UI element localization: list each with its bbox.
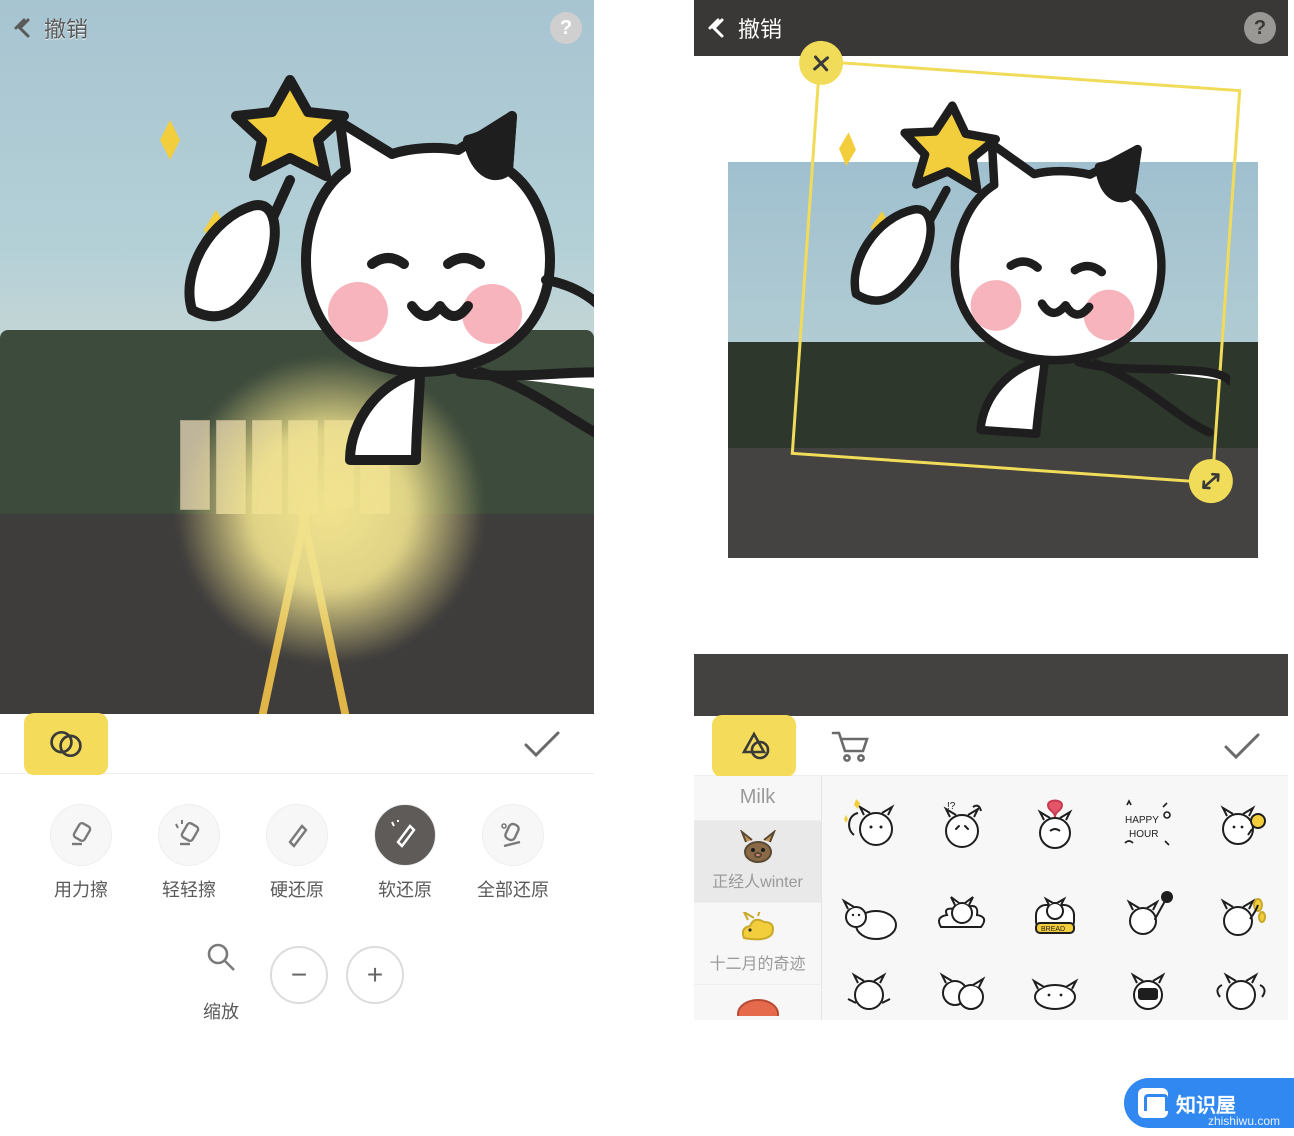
undo-label: 撤销 <box>44 12 88 44</box>
sticker-item[interactable] <box>917 872 1006 956</box>
sticker-item[interactable] <box>1010 960 1099 1020</box>
tool-label: 用力擦 <box>54 876 108 902</box>
top-bar: 撤销 ? <box>694 0 1288 56</box>
sticker-item[interactable] <box>917 960 1006 1020</box>
tool-label: 轻轻擦 <box>162 876 216 902</box>
svg-text:HOUR: HOUR <box>1129 829 1158 840</box>
eraser-mode-button[interactable] <box>24 713 108 775</box>
sticker-item[interactable] <box>824 784 913 868</box>
confirm-button[interactable] <box>1214 718 1270 774</box>
sticker-pack-milk[interactable]: Milk <box>694 776 821 820</box>
watermark-url: zhishiwu.com <box>1208 1114 1280 1128</box>
undo-button[interactable]: 撤销 <box>706 12 782 44</box>
pack-label: 正经人winter <box>712 868 803 892</box>
tool-soft-erase[interactable]: 轻轻擦 <box>151 804 227 902</box>
tool-soft-restore[interactable]: 软还原 <box>367 804 443 902</box>
editor-canvas[interactable] <box>0 0 594 714</box>
zoom-out-button[interactable]: − <box>270 946 328 1004</box>
sticker-item[interactable]: !? <box>917 784 1006 868</box>
pack-thumb-icon <box>736 989 780 1020</box>
editor-canvas-wrap <box>694 56 1288 656</box>
svg-text:!?: !? <box>947 801 956 812</box>
sticker-item[interactable] <box>1010 784 1099 868</box>
sticker-selection-box[interactable] <box>791 60 1242 485</box>
pack-label: 十二月的奇迹 <box>709 950 805 974</box>
tool-label: 全部还原 <box>477 876 549 902</box>
mode-bar <box>0 714 594 774</box>
sticker-item[interactable]: HAPPY HOUR <box>1104 784 1193 868</box>
tool-label: 硬还原 <box>270 876 324 902</box>
tool-hard-erase[interactable]: 用力擦 <box>43 804 119 902</box>
pack-thumb-icon <box>736 912 780 946</box>
undo-label: 撤销 <box>738 12 782 44</box>
sticker-grid[interactable]: !? HAPPY HOUR BREAD <box>822 776 1288 1020</box>
sticker-pack-december[interactable]: 十二月的奇迹 <box>694 902 821 984</box>
undo-icon <box>12 18 38 38</box>
zoom-in-button[interactable]: + <box>346 946 404 1004</box>
help-button[interactable]: ? <box>1244 12 1276 44</box>
tool-hard-restore[interactable]: 硬还原 <box>259 804 335 902</box>
zoom-tool[interactable] <box>190 926 252 988</box>
help-button[interactable]: ? <box>550 12 582 44</box>
sticker-item[interactable] <box>1104 960 1193 1020</box>
zoom-label: 缩放 <box>203 998 239 1024</box>
sticker-panel: Milk 正经人winter 十二月的奇迹 <box>694 776 1288 1020</box>
svg-text:HAPPY: HAPPY <box>1125 815 1159 826</box>
confirm-button[interactable] <box>514 716 570 772</box>
pack-label: Milk <box>740 786 776 809</box>
sticker-item[interactable] <box>1197 784 1286 868</box>
sticker-store-button[interactable] <box>822 718 878 774</box>
canvas-bottom-strip <box>694 654 1288 716</box>
sticker-pack-list[interactable]: Milk 正经人winter 十二月的奇迹 <box>694 776 822 1020</box>
undo-button[interactable]: 撤销 <box>12 12 88 44</box>
tool-panel: 用力擦 轻轻擦 硬还原 软还原 全部还原 <box>0 780 594 1024</box>
tool-label: 软还原 <box>378 876 432 902</box>
undo-icon <box>706 18 732 38</box>
sticker-item[interactable] <box>824 960 913 1020</box>
sticker-item[interactable] <box>1104 872 1193 956</box>
watermark-icon <box>1138 1088 1168 1118</box>
svg-text:BREAD: BREAD <box>1041 926 1065 933</box>
cat-sticker[interactable] <box>120 30 594 500</box>
sticker-item[interactable] <box>824 872 913 956</box>
sticker-mode-button[interactable] <box>712 715 796 777</box>
watermark-badge: 知识屋 zhishiwu.com <box>1124 1078 1294 1128</box>
pack-thumb-icon <box>736 830 780 864</box>
top-bar: 撤销 ? <box>0 0 594 56</box>
sticker-item[interactable] <box>1197 872 1286 956</box>
sticker-pack-next[interactable] <box>694 984 821 1020</box>
cat-sticker[interactable] <box>784 52 1251 482</box>
sticker-item[interactable] <box>1197 960 1286 1020</box>
sticker-item[interactable]: BREAD <box>1010 872 1099 956</box>
sticker-pack-zjr[interactable]: 正经人winter <box>694 820 821 902</box>
mode-bar <box>694 716 1288 776</box>
tool-restore-all[interactable]: 全部还原 <box>475 804 551 902</box>
